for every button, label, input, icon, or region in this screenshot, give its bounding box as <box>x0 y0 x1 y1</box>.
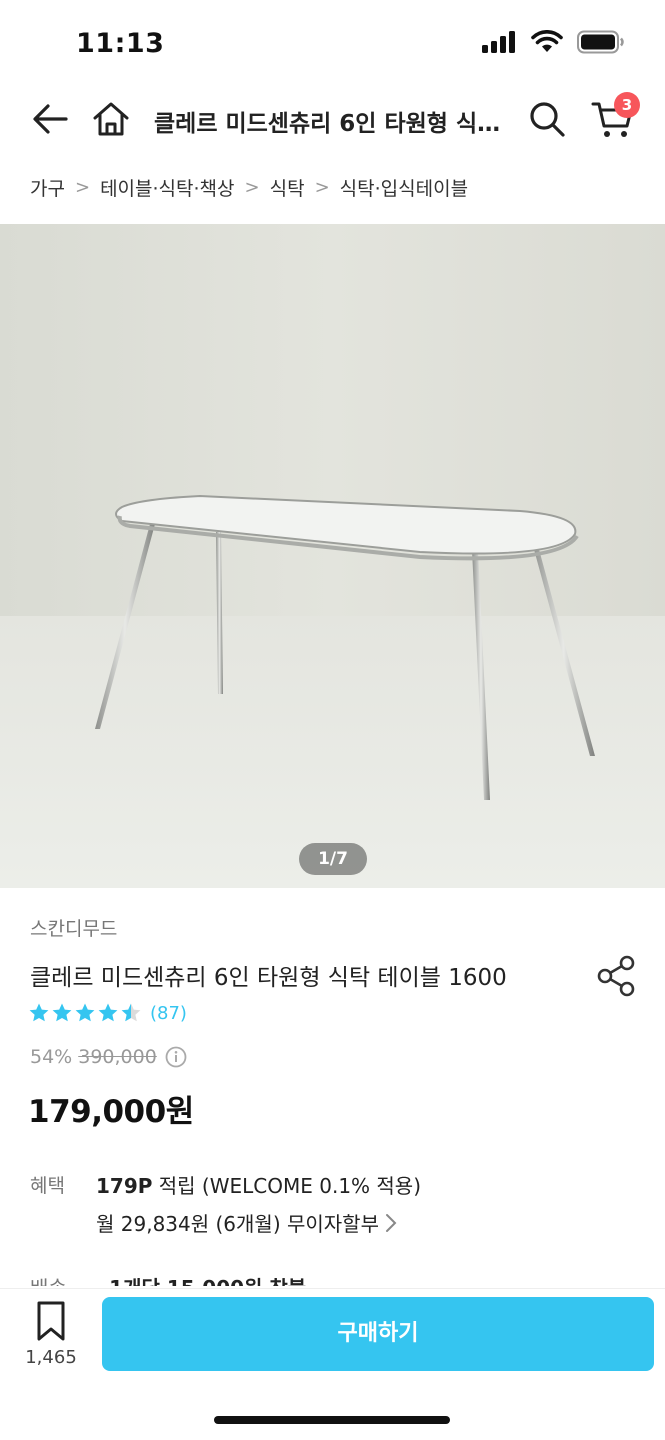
breadcrumb-item[interactable]: 테이블·식탁·책상 <box>100 174 234 201</box>
chevron-right-icon: > <box>74 177 91 198</box>
chevron-right-icon <box>385 1213 397 1232</box>
product-image[interactable] <box>0 224 665 888</box>
brand-name[interactable]: 스칸디무드 <box>30 914 117 941</box>
installment-text: 월 29,834원 (6개월) 무이자할부 <box>96 1212 379 1236</box>
star-icon <box>121 1003 141 1022</box>
star-icon <box>75 1003 95 1022</box>
breadcrumb-item[interactable]: 가구 <box>30 174 65 201</box>
back-arrow-icon[interactable] <box>30 98 72 140</box>
wifi-icon <box>531 30 563 52</box>
home-icon[interactable] <box>90 98 132 140</box>
breadcrumb-item[interactable]: 식탁 <box>270 174 305 201</box>
original-price-row: 54% 390,000 <box>30 1046 187 1068</box>
status-icons <box>481 30 625 54</box>
top-nav: 클레르 미드센츄리 6인 타원형 식탁 테이블 1600 <box>0 84 665 156</box>
chevron-right-icon: > <box>244 177 260 198</box>
gallery-pager: 1/7 <box>299 843 367 875</box>
share-icon[interactable] <box>596 954 638 998</box>
home-indicator <box>214 1416 450 1424</box>
bookmark-icon[interactable] <box>30 1299 72 1343</box>
shipping-row: 배송 1개당 15,000원 착불 <box>30 1272 306 1286</box>
star-icon <box>29 1003 49 1022</box>
star-icon <box>98 1003 118 1022</box>
star-icon <box>52 1003 72 1022</box>
points-amount: 179P <box>96 1174 153 1198</box>
chevron-right-icon: > <box>314 177 330 198</box>
discount-rate: 54% <box>30 1046 73 1068</box>
rating[interactable]: (87) <box>28 1002 187 1024</box>
review-count[interactable]: (87) <box>150 1003 187 1024</box>
product-name: 클레르 미드센츄리 6인 타원형 식탁 테이블 1600 <box>30 965 507 991</box>
points-text: 적립 (WELCOME 0.1% 적용) <box>152 1174 422 1198</box>
original-price: 390,000 <box>78 1046 157 1068</box>
benefit-label: 혜택 <box>30 1175 65 1197</box>
cart-count-badge: 3 <box>614 92 640 118</box>
info-icon[interactable] <box>165 1046 187 1068</box>
search-icon[interactable] <box>526 98 568 140</box>
breadcrumb-item[interactable]: 식탁·입식테이블 <box>340 174 468 201</box>
buy-button[interactable]: 구매하기 <box>102 1297 654 1371</box>
cellular-signal-icon <box>482 31 515 53</box>
point-benefit: 179P 적립 (WELCOME 0.1% 적용) <box>96 1170 421 1199</box>
status-time: 11:13 <box>76 28 165 59</box>
sale-price: 179,000원 <box>28 1094 194 1130</box>
shipping-text: 1개당 15,000원 착불 <box>109 1276 306 1286</box>
breadcrumb: 가구 > 테이블·식탁·책상 > 식탁 > 식탁·입식테이블 <box>30 174 468 201</box>
battery-icon <box>577 30 624 54</box>
installment-benefit[interactable]: 월 29,834원 (6개월) 무이자할부 <box>96 1208 397 1237</box>
table-illustration <box>0 224 665 888</box>
page-title: 클레르 미드센츄리 6인 타원형 식탁 테이블 1600 <box>154 111 514 137</box>
status-bar: 11:13 <box>0 0 665 84</box>
shipping-label: 배송 <box>30 1276 67 1286</box>
star-rating <box>28 1002 142 1024</box>
bookmark-count: 1,465 <box>25 1347 77 1368</box>
